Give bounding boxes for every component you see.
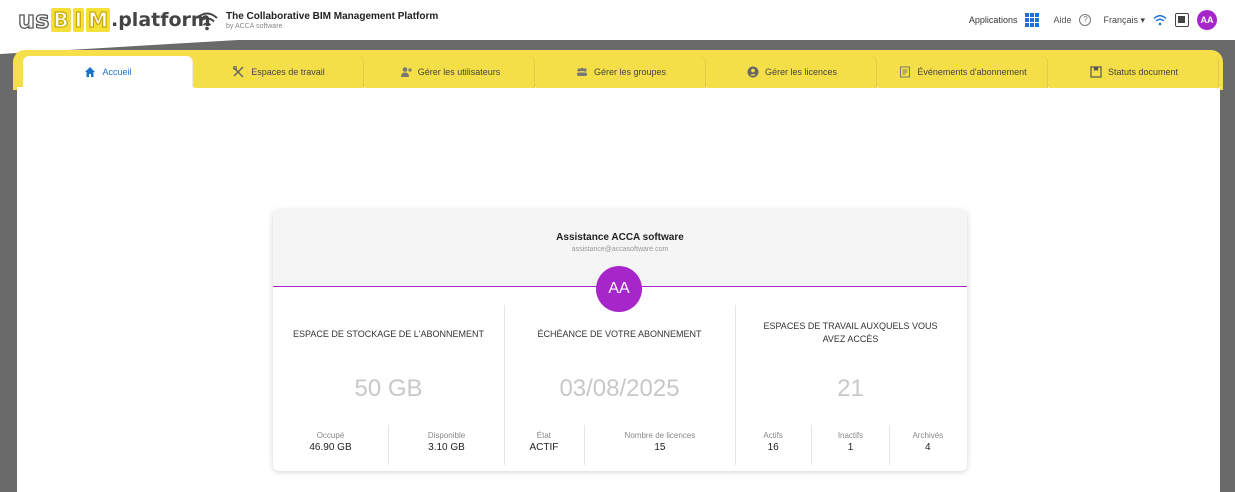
storage-stats: Occupé 46.90 GB Disponible 3.10 GB xyxy=(273,425,504,465)
account-name: Assistance ACCA software xyxy=(556,232,684,243)
tab-evenements-abonnement[interactable]: Événements d'abonnement xyxy=(878,56,1048,88)
tab-espaces-de-travail[interactable]: Espaces de travail xyxy=(194,56,364,88)
help-icon[interactable]: ? xyxy=(1079,14,1092,26)
events-icon xyxy=(900,66,911,78)
stat-inactive: Inactifs 1 xyxy=(811,425,888,465)
tab-label: Gérer les utilisateurs xyxy=(417,67,501,77)
tab-label: Espaces de travail xyxy=(251,67,325,77)
applications-link[interactable]: Applications xyxy=(969,15,1018,25)
stat-archived: Archivés 4 xyxy=(888,425,966,465)
top-header: us BIM .platform The Collaborative BIM M… xyxy=(0,0,1235,40)
tools-icon xyxy=(233,66,244,78)
main-tabs: Accueil Espaces de travail Gérer les uti… xyxy=(23,56,1220,88)
workspaces-title: ESPACES DE TRAVAIL AUXQUELS VOUS AVEZ AC… xyxy=(763,321,938,344)
header-actions: Applications Aide ? Français ▾ AA xyxy=(969,9,1217,31)
storage-value: 50 GB xyxy=(354,375,423,402)
stat-label: Inactifs xyxy=(837,431,864,440)
stat-label: Disponible xyxy=(427,431,466,440)
tab-statuts-document[interactable]: Statuts document xyxy=(1049,56,1219,88)
tab-gerer-licences[interactable]: Gérer les licences xyxy=(707,56,877,88)
stat-label: État xyxy=(536,431,552,440)
stat-label: Occupé xyxy=(316,431,345,440)
tab-label: Gérer les licences xyxy=(764,67,838,77)
account-email: assistance@accasoftware.com xyxy=(571,246,669,253)
tab-label: Événements d'abonnement xyxy=(917,67,1027,77)
subscription-panel: ÉCHÉANCE DE VOTRE ABONNEMENT 03/08/2025 … xyxy=(504,305,735,465)
fullscreen-icon[interactable] xyxy=(1175,13,1189,27)
license-icon xyxy=(747,66,759,78)
tab-accueil[interactable]: Accueil xyxy=(23,56,193,88)
stat-occupied: Occupé 46.90 GB xyxy=(273,425,388,465)
tagline: The Collaborative BIM Management Platfor… xyxy=(226,11,438,31)
tab-gerer-utilisateurs[interactable]: Gérer les utilisateurs xyxy=(365,56,535,88)
logo-bim: BIM xyxy=(51,7,110,33)
storage-title: ESPACE DE STOCKAGE DE L'ABONNEMENT xyxy=(293,329,484,339)
subscription-title: ÉCHÉANCE DE VOTRE ABONNEMENT xyxy=(537,329,702,339)
document-status-icon xyxy=(1090,66,1102,78)
workspaces-stats: Actifs 16 Inactifs 1 Archivés 4 xyxy=(735,425,966,465)
stat-value: 4 xyxy=(925,442,931,453)
wifi-icon xyxy=(196,12,218,31)
tab-label: Accueil xyxy=(102,67,132,77)
stat-state: État ACTIF xyxy=(504,425,584,465)
workspaces-panel: ESPACES DE TRAVAIL AUXQUELS VOUS AVEZ AC… xyxy=(735,305,966,465)
help-link[interactable]: Aide xyxy=(1053,15,1071,25)
stat-label: Archivés xyxy=(912,431,944,440)
logo-us: us xyxy=(17,5,50,34)
usbim-logo[interactable]: us BIM .platform xyxy=(17,5,210,34)
stat-licenses: Nombre de licences 15 xyxy=(583,425,735,465)
subscription-date: 03/08/2025 xyxy=(559,375,680,402)
stat-label: Actifs xyxy=(763,431,783,440)
tab-gerer-groupes[interactable]: Gérer les groupes xyxy=(536,56,706,88)
tagline-subtitle: by ACCA software xyxy=(226,23,283,30)
add-user-icon xyxy=(400,67,412,77)
workspaces-count: 21 xyxy=(837,375,864,402)
storage-panel: ESPACE DE STOCKAGE DE L'ABONNEMENT 50 GB… xyxy=(273,305,504,465)
account-summary-card: Assistance ACCA software assistance@acca… xyxy=(273,210,967,471)
stat-value: 3.10 GB xyxy=(428,442,465,453)
stat-value: 46.90 GB xyxy=(309,442,352,453)
stat-active: Actifs 16 xyxy=(735,425,811,465)
tagline-title: The Collaborative BIM Management Platfor… xyxy=(226,11,439,22)
tab-label: Statuts document xyxy=(1107,67,1179,77)
logo-bim-b: B xyxy=(51,7,71,33)
subscription-stats: État ACTIF Nombre de licences 15 xyxy=(504,425,735,465)
stat-value: 15 xyxy=(654,442,666,453)
stat-value: 1 xyxy=(847,442,854,453)
user-avatar[interactable]: AA xyxy=(1197,10,1217,30)
stat-value: 16 xyxy=(767,442,779,453)
stat-value: ACTIF xyxy=(529,442,559,453)
logo-bim-i: I xyxy=(72,7,85,33)
connection-icon[interactable] xyxy=(1153,14,1167,26)
stat-available: Disponible 3.10 GB xyxy=(388,425,504,465)
language-select[interactable]: Français ▾ xyxy=(1103,15,1145,26)
logo-bim-m: M xyxy=(86,7,110,33)
stat-label: Nombre de licences xyxy=(624,431,696,440)
group-icon xyxy=(576,67,587,76)
home-icon xyxy=(85,67,96,77)
tab-label: Gérer les groupes xyxy=(593,67,667,77)
apps-grid-icon[interactable] xyxy=(1025,13,1040,27)
